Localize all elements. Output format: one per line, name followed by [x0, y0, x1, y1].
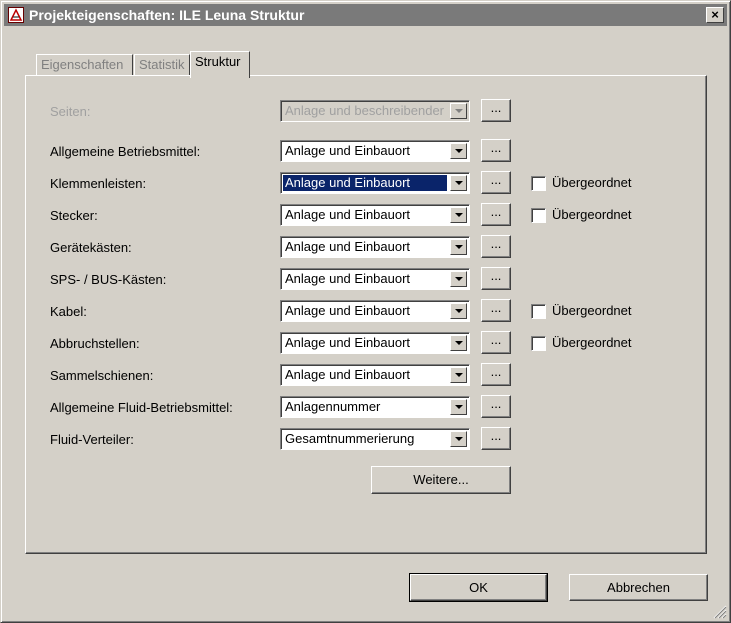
checkbox-uebergeordnet-stecker[interactable] [531, 208, 546, 223]
label-allgemeine-betriebsmittel: Allgemeine Betriebsmittel: [50, 144, 201, 159]
label-seiten: Seiten: [50, 104, 91, 119]
resize-grip-icon[interactable] [713, 605, 727, 619]
tab-eigenschaften[interactable]: Eigenschaften [36, 54, 133, 76]
chevron-down-icon[interactable] [450, 175, 467, 191]
tab-struktur[interactable]: Struktur [190, 51, 250, 78]
browse-button-seiten[interactable]: ... [481, 99, 511, 122]
chevron-down-icon[interactable] [450, 207, 467, 223]
browse-button-geraetekaesten[interactable]: ... [481, 235, 511, 258]
combo-fluid-verteiler[interactable]: Gesamtnummerierung [280, 428, 470, 450]
combo-value: Anlage und Einbauort [282, 174, 448, 192]
combo-kabel[interactable]: Anlage und Einbauort [280, 300, 470, 322]
chevron-down-icon[interactable] [450, 303, 467, 319]
label-abbruchstellen: Abbruchstellen: [50, 336, 140, 351]
dialog-window: Projekteigenschaften: ILE Leuna Struktur… [0, 0, 731, 623]
label-fluid-verteiler: Fluid-Verteiler: [50, 432, 134, 447]
browse-button-fluid-betriebsmittel[interactable]: ... [481, 395, 511, 418]
chevron-down-icon[interactable] [450, 367, 467, 383]
title-bar[interactable]: Projekteigenschaften: ILE Leuna Struktur… [4, 4, 727, 26]
checkbox-label[interactable]: Übergeordnet [552, 207, 632, 222]
label-sammelschienen: Sammelschienen: [50, 368, 154, 383]
checkbox-uebergeordnet-abbruchstellen[interactable] [531, 336, 546, 351]
combo-geraetekaesten[interactable]: Anlage und Einbauort [280, 236, 470, 258]
combo-stecker[interactable]: Anlage und Einbauort [280, 204, 470, 226]
browse-button-stecker[interactable]: ... [481, 203, 511, 226]
chevron-down-icon [450, 103, 467, 119]
label-sps-bus-kaesten: SPS- / BUS-Kästen: [50, 272, 167, 287]
cancel-button[interactable]: Abbrechen [569, 574, 708, 601]
weitere-button[interactable]: Weitere... [371, 466, 511, 494]
browse-button-sps-bus-kaesten[interactable]: ... [481, 267, 511, 290]
chevron-down-icon[interactable] [450, 239, 467, 255]
combo-value: Anlagennummer [285, 399, 381, 414]
combo-sammelschienen[interactable]: Anlage und Einbauort [280, 364, 470, 386]
chevron-down-icon[interactable] [450, 143, 467, 159]
close-button[interactable]: × [706, 7, 724, 23]
label-stecker: Stecker: [50, 208, 98, 223]
combo-value: Anlage und Einbauort [285, 271, 411, 286]
combo-allgemeine-betriebsmittel[interactable]: Anlage und Einbauort [280, 140, 470, 162]
combo-fluid-betriebsmittel[interactable]: Anlagennummer [280, 396, 470, 418]
combo-value: Anlage und Einbauort [285, 303, 411, 318]
combo-seiten-value: Anlage und beschreibender [285, 103, 445, 118]
combo-value: Gesamtnummerierung [285, 431, 415, 446]
checkbox-uebergeordnet-klemmenleisten[interactable] [531, 176, 546, 191]
chevron-down-icon[interactable] [450, 335, 467, 351]
label-klemmenleisten: Klemmenleisten: [50, 176, 147, 191]
checkbox-uebergeordnet-kabel[interactable] [531, 304, 546, 319]
ok-button[interactable]: OK [409, 573, 548, 602]
combo-klemmenleisten[interactable]: Anlage und Einbauort [280, 172, 470, 194]
chevron-down-icon[interactable] [450, 431, 467, 447]
browse-button-sammelschienen[interactable]: ... [481, 363, 511, 386]
checkbox-label[interactable]: Übergeordnet [552, 303, 632, 318]
combo-value: Anlage und Einbauort [285, 335, 411, 350]
browse-button-abbruchstellen[interactable]: ... [481, 331, 511, 354]
label-fluid-betriebsmittel: Allgemeine Fluid-Betriebsmittel: [50, 400, 233, 415]
checkbox-label[interactable]: Übergeordnet [552, 335, 632, 350]
chevron-down-icon[interactable] [450, 399, 467, 415]
browse-button-allgemeine-betriebsmittel[interactable]: ... [481, 139, 511, 162]
combo-abbruchstellen[interactable]: Anlage und Einbauort [280, 332, 470, 354]
tab-statistik[interactable]: Statistik [134, 54, 190, 76]
checkbox-label[interactable]: Übergeordnet [552, 175, 632, 190]
combo-seiten: Anlage und beschreibender [280, 100, 470, 122]
combo-value: Anlage und Einbauort [285, 367, 411, 382]
browse-button-fluid-verteiler[interactable]: ... [481, 427, 511, 450]
label-kabel: Kabel: [50, 304, 87, 319]
app-icon [8, 7, 24, 23]
browse-button-kabel[interactable]: ... [481, 299, 511, 322]
chevron-down-icon[interactable] [450, 271, 467, 287]
combo-sps-bus-kaesten[interactable]: Anlage und Einbauort [280, 268, 470, 290]
combo-value: Anlage und Einbauort [285, 207, 411, 222]
combo-value: Anlage und Einbauort [285, 239, 411, 254]
browse-button-klemmenleisten[interactable]: ... [481, 171, 511, 194]
label-geraetekaesten: Gerätekästen: [50, 240, 132, 255]
window-title: Projekteigenschaften: ILE Leuna Struktur [29, 7, 305, 23]
combo-value: Anlage und Einbauort [285, 143, 411, 158]
